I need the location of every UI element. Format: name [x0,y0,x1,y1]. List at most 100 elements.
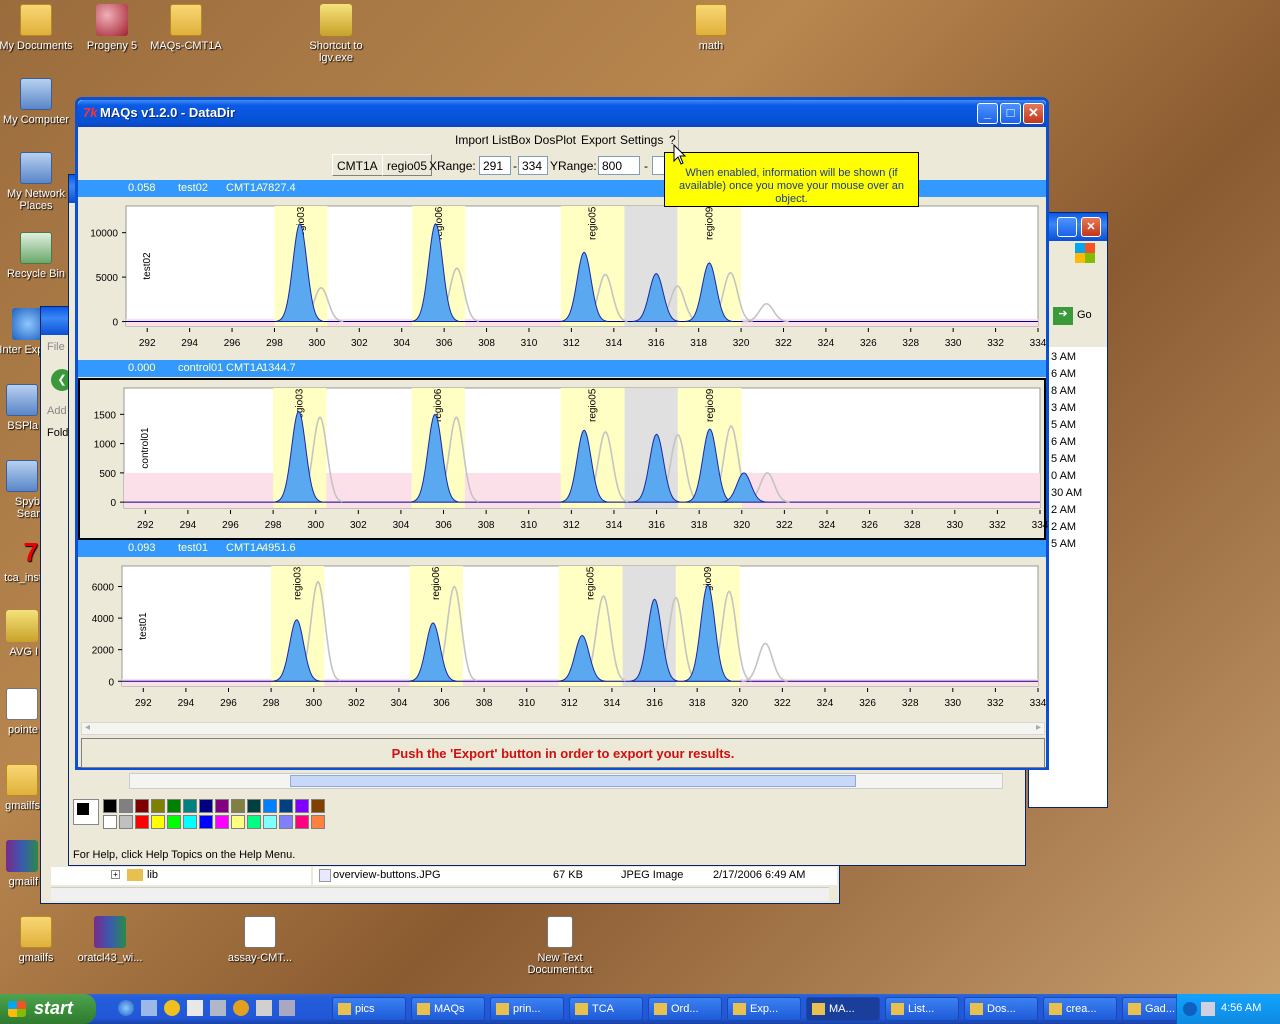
desktop-icon-gmailf-rar[interactable]: gmailf [0,840,38,888]
norton-quicklaunch-icon[interactable] [233,1000,249,1016]
scroll-right-icon[interactable]: ▸ [1036,722,1041,733]
taskbar-button[interactable]: Dos... [964,997,1038,1021]
maximize-button[interactable]: □ [1000,103,1021,124]
palette-swatch[interactable] [295,815,309,829]
desktop-icon-oratcl[interactable]: oratcl43_wi... [72,916,148,964]
palette-swatch[interactable] [215,799,229,813]
export-button[interactable]: Export [577,130,621,150]
desktop-icon-recycle-bin[interactable]: Recycle Bin [0,232,74,280]
sample-plot-panel[interactable]: regio03 regio06 regio05 regio09 0 5000 10000 29… [78,198,1046,360]
xrange-max-input[interactable]: 334 [518,156,548,175]
folder-tree-row[interactable]: + lib [51,867,311,885]
ie-quicklaunch-icon[interactable] [118,1000,134,1016]
sample-header[interactable]: 0.093 test01 CMT1A 4951.6 [78,540,1046,557]
expand-icon[interactable]: + [111,870,120,879]
palette-swatch[interactable] [279,799,293,813]
gene-button[interactable]: CMT1A [332,154,383,176]
taskbar-button[interactable]: prin... [490,997,564,1021]
region-button[interactable]: regio05 [382,154,433,176]
taskbar-button[interactable]: MA... [806,997,880,1021]
palette-swatch[interactable] [247,815,261,829]
horizontal-scrollbar[interactable] [51,887,829,901]
palette-swatch[interactable] [199,815,213,829]
palette-swatch[interactable] [231,815,245,829]
paint-horizontal-scrollbar[interactable] [129,773,1003,789]
close-icon[interactable]: ✕ [1081,217,1101,237]
tray-arrow-icon[interactable] [1183,1002,1197,1016]
palette-swatch[interactable] [119,799,133,813]
palette-swatch[interactable] [263,799,277,813]
taskbar-button[interactable]: TCA [569,997,643,1021]
palette-swatch[interactable] [231,799,245,813]
desktop-icon-my-computer[interactable]: My Computer [0,78,74,126]
palette-swatch[interactable] [135,815,149,829]
minimize-button[interactable]: _ [977,103,998,124]
settings-button[interactable]: Settings [616,130,669,150]
palette-swatch[interactable] [103,799,117,813]
start-button[interactable]: start [0,994,96,1024]
sample-plot-panel[interactable]: regio03 regio06 regio05 regio09 0 500 1000 1500… [78,378,1048,540]
dosplot-button[interactable]: DosPlot [530,130,582,150]
close-button[interactable]: ✕ [1023,103,1044,124]
desktop-icon-spybot[interactable]: Spyb Sear [0,460,40,520]
palette-swatch[interactable] [311,815,325,829]
color-selector[interactable] [73,799,99,825]
desktop-icon-gmailfs-1[interactable]: gmailfs [0,764,40,812]
taskbar-button[interactable]: Exp... [727,997,801,1021]
taskbar-button[interactable]: Ord... [648,997,722,1021]
desktop-icon-math[interactable]: math [673,4,749,52]
taskbar-button[interactable]: MAQs [411,997,485,1021]
desktop-icon-lgv[interactable]: Shortcut to lgv.exe [298,4,374,64]
desktop-icon-gmailfs-2[interactable]: gmailfs [0,916,74,964]
go-arrow-icon[interactable]: ➔ [1053,307,1073,325]
sample-header[interactable]: 0.000 control01 CMT1A 1344.7 [78,360,1046,377]
palette-swatch[interactable] [279,815,293,829]
taskbar[interactable]: start pics MAQs prin... TCA Ord... Exp... MA..… [0,994,1280,1024]
palette-swatch[interactable] [151,815,165,829]
palette-swatch[interactable] [135,799,149,813]
desktop-icon-my-documents[interactable]: My Documents [0,4,74,52]
palette-swatch[interactable] [119,815,133,829]
palette-swatch[interactable] [263,815,277,829]
plots-horizontal-scrollbar[interactable]: ◂ ▸ [81,722,1045,735]
explorer-quicklaunch-icon[interactable] [141,1000,157,1016]
desktop-icon-assay[interactable]: assay-CMT... [222,916,298,964]
taskbar-button[interactable]: pics [332,997,406,1021]
yrange-min-input[interactable]: 800 [598,156,640,175]
desktop-icon-new-text[interactable]: New Text Document.txt [522,916,598,976]
desktop-quicklaunch-icon[interactable] [187,1000,203,1016]
scrollbar-thumb[interactable] [290,775,856,787]
palette-swatch[interactable] [215,815,229,829]
taskbar-button[interactable]: crea... [1043,997,1117,1021]
palette-swatch[interactable] [151,799,165,813]
color-palette[interactable] [103,799,327,831]
network-tray-icon[interactable] [1201,1002,1215,1016]
maqs-main-window[interactable]: 7k MAQs v1.2.0 - DataDir _ □ ✕ Import Li… [75,97,1049,770]
desktop-icon-tca[interactable]: 7 tca_inst [0,536,42,584]
title-bar[interactable]: 7k MAQs v1.2.0 - DataDir _ □ ✕ [78,100,1046,127]
palette-swatch[interactable] [199,799,213,813]
desktop-icon-progeny[interactable]: Progeny 5 [74,4,150,52]
palette-swatch[interactable] [311,799,325,813]
calc-quicklaunch-icon[interactable] [256,1000,272,1016]
desktop-icon-pointer[interactable]: pointe [0,688,38,736]
palette-swatch[interactable] [295,799,309,813]
palette-swatch[interactable] [167,815,181,829]
desktop-icon-network[interactable]: My Network Places [0,152,74,212]
scroll-left-icon[interactable]: ◂ [85,722,90,733]
media-quicklaunch-icon[interactable] [164,1000,180,1016]
explorer-menu-file[interactable]: File [47,341,65,353]
file-list-row[interactable]: overview-buttons.JPG 67 KB JPEG Image 2/… [313,867,837,885]
sample-plot-panel[interactable]: regio03 regio06 regio05 regio09 0 2000 4000 600… [78,558,1046,720]
taskbar-button[interactable]: List... [885,997,959,1021]
app-quicklaunch-icon[interactable] [210,1000,226,1016]
palette-swatch[interactable] [247,799,261,813]
maximize-icon[interactable] [1057,217,1077,237]
go-label[interactable]: Go [1077,309,1092,321]
xrange-min-input[interactable]: 291 [479,156,511,175]
printer-quicklaunch-icon[interactable] [279,1000,295,1016]
desktop-icon-avg[interactable]: AVG I [0,610,38,658]
palette-swatch[interactable] [167,799,181,813]
desktop-icon-bsplayer[interactable]: BSPla [0,384,38,432]
palette-swatch[interactable] [103,815,117,829]
